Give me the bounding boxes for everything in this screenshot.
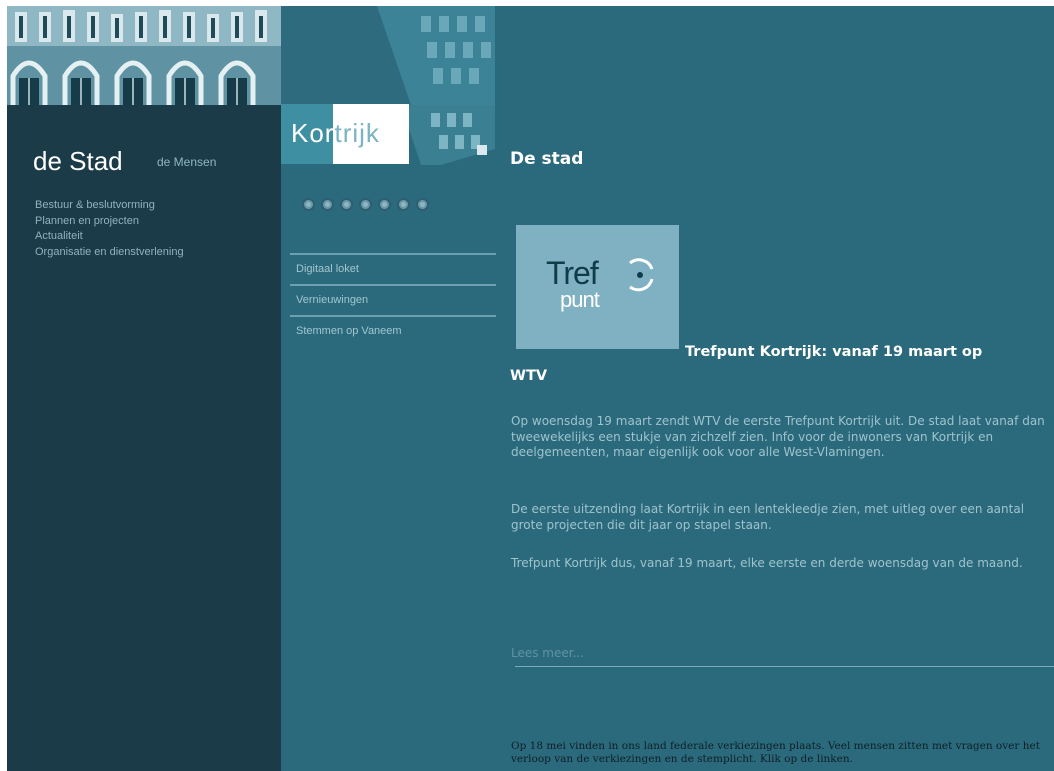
header-photo-cityhall [7,6,281,105]
subnav-item-digitaal-loket[interactable]: Digitaal loket [290,255,496,284]
trefpunt-logo-text-bottom: punt [560,287,600,312]
article-paragraph: Op woensdag 19 maart zendt WTV de eerste… [511,414,1045,459]
sidebar-heading[interactable]: de Stad [33,146,123,177]
read-more-link[interactable]: Lees meer... [511,646,584,660]
sidebar-link-de-mensen[interactable]: de Mensen [157,155,216,169]
article-headline-continued[interactable]: WTV [510,368,547,384]
trefpunt-logo-image: Tref punt [516,225,679,349]
header-photo-building [281,6,495,105]
logo-wordmark: Kortrijk [291,118,380,149]
sub-navigation: Digitaal loket Vernieuwingen Stemmen op … [290,253,496,346]
trefpunt-swirl-icon [629,258,654,292]
sidebar-item-actualiteit[interactable]: Actualiteit [35,229,184,245]
nav-dot[interactable] [359,198,372,211]
article-paragraph: De eerste uitzending laat Kortrijk in ee… [511,502,1025,532]
nav-dot[interactable] [416,198,429,211]
nav-dot[interactable] [302,198,315,211]
sidebar-item-plannen[interactable]: Plannen en projecten [35,214,184,230]
site-logo[interactable]: Kortrijk [281,104,409,164]
nav-dot[interactable] [321,198,334,211]
sidebar-item-organisatie[interactable]: Organisatie en dienstverlening [35,245,184,261]
nav-dot[interactable] [397,198,410,211]
news-teaser-text: Op 18 mei vinden in ons land federale ve… [511,740,1040,765]
sidebar-nav: Bestuur & beslutvorming Plannen en proje… [35,198,184,260]
logo-text-light: Kor [291,118,335,148]
nav-dot[interactable] [340,198,353,211]
article-headline[interactable]: Trefpunt Kortrijk: vanaf 19 maart op [685,344,982,360]
dot-navigation [302,198,429,211]
page-title: De stad [510,149,584,169]
logo-text-dark: trijk [334,118,380,148]
article-paragraph: Trefpunt Kortrijk dus, vanaf 19 maart, e… [511,556,1023,570]
subnav-item-stemmen[interactable]: Stemmen op Vaneem [290,317,496,346]
divider [515,666,1054,667]
subnav-item-vernieuwingen[interactable]: Vernieuwingen [290,286,496,315]
page-frame: Kortrijk de Stad de Mensen Bestuur & bes… [7,6,1054,771]
sidebar-item-bestuur[interactable]: Bestuur & beslutvorming [35,198,184,214]
nav-dot[interactable] [378,198,391,211]
left-sidebar [7,6,281,771]
